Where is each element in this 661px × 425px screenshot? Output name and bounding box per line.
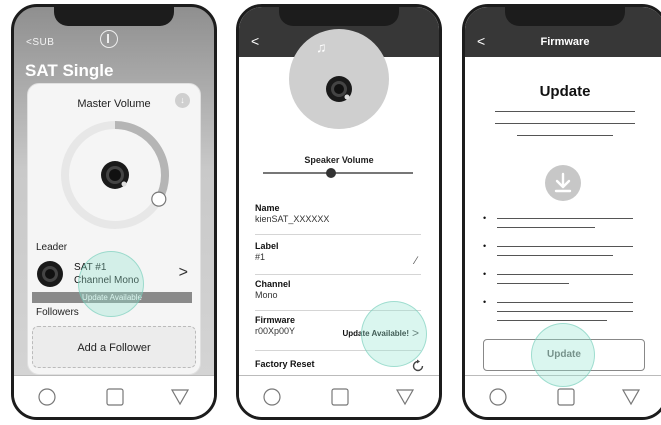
slider-thumb[interactable]: [326, 168, 336, 178]
placeholder-text-line: [497, 283, 569, 284]
master-volume-dial[interactable]: [58, 118, 172, 232]
placeholder-text-line: [497, 311, 633, 312]
touch-indicator: [531, 323, 595, 387]
factory-reset-label: Factory Reset: [255, 359, 315, 369]
channel-label: Channel: [255, 279, 291, 289]
label-label: Label: [255, 241, 279, 251]
page-title: SAT Single: [25, 61, 114, 80]
square-recent-icon[interactable]: [557, 388, 575, 406]
name-label: Name: [255, 203, 280, 213]
circle-home-icon[interactable]: [263, 388, 281, 406]
touch-indicator: [361, 301, 427, 367]
placeholder-text-line: [497, 227, 595, 228]
placeholder-text-line: [517, 135, 613, 136]
triangle-back-icon[interactable]: [395, 388, 415, 406]
master-volume-info-icon[interactable]: ↓: [175, 93, 190, 108]
list-bullet: •: [483, 241, 487, 251]
system-nav-bar: [14, 375, 214, 417]
volume-dial-fill: [114, 121, 169, 202]
square-recent-icon[interactable]: [331, 388, 349, 406]
slider-track: [263, 172, 413, 174]
page-title: Firmware: [540, 36, 590, 48]
followers-label: Followers: [36, 307, 79, 318]
phone-notch: [505, 7, 625, 26]
square-recent-icon[interactable]: [106, 388, 124, 406]
placeholder-text-line: [497, 218, 633, 219]
name-value: kienSAT_XXXXXX: [255, 214, 330, 224]
triangle-back-icon[interactable]: [621, 388, 641, 406]
chevron-right-icon: >: [178, 264, 188, 281]
update-heading: Update: [539, 83, 591, 100]
phone-notch: [279, 7, 399, 26]
volume-dial-knob[interactable]: [151, 191, 167, 207]
phone-notch: [54, 7, 174, 26]
speaker-artwork: ♫: [289, 29, 389, 129]
speaker-icon: [101, 161, 129, 189]
placeholder-text-line: [497, 302, 633, 303]
placeholder-text-line: [497, 320, 607, 321]
system-nav-bar: [239, 375, 439, 417]
channel-value: Mono: [255, 290, 278, 300]
label-value: #1: [255, 252, 266, 262]
phone-sat-single: <SUB SAT Single Master Volume ↓ Leader S…: [11, 4, 217, 420]
touch-indicator: [78, 251, 144, 317]
music-note-icon: ♫: [316, 39, 327, 55]
list-bullet: •: [483, 213, 487, 223]
circle-home-icon[interactable]: [38, 388, 56, 406]
placeholder-text-line: [497, 255, 613, 256]
speaker-icon: [37, 261, 63, 287]
circle-home-icon[interactable]: [489, 388, 507, 406]
speaker-icon: [326, 76, 352, 102]
placeholder-text-line: [495, 111, 635, 112]
placeholder-text-line: [497, 274, 633, 275]
placeholder-text-line: [495, 123, 635, 124]
leader-label: Leader: [36, 242, 68, 253]
list-bullet: •: [483, 269, 487, 279]
refresh-icon[interactable]: [411, 359, 425, 373]
speaker-volume-slider[interactable]: [263, 167, 413, 179]
brand-logo-icon: [100, 30, 118, 48]
name-field: Name kienSAT_XXXXXX: [255, 203, 421, 235]
pencil-icon[interactable]: ∕: [415, 255, 417, 267]
speaker-volume-label: Speaker Volume: [304, 155, 374, 165]
add-follower-button[interactable]: Add a Follower: [32, 326, 196, 368]
list-bullet: •: [483, 297, 487, 307]
label-field[interactable]: Label #1 ∕: [255, 241, 421, 275]
phone-firmware-update: < Firmware Update • • • • Update: [462, 4, 661, 420]
placeholder-text-line: [497, 246, 633, 247]
download-icon: [545, 165, 581, 201]
sat-single-card: Master Volume ↓ Leader SAT #1 Channel Mo…: [27, 83, 201, 375]
triangle-back-icon[interactable]: [170, 388, 190, 406]
phone-speaker-detail: < SAT #1 ♫ Speaker Volume Name kienSAT_X…: [236, 4, 442, 420]
back-button[interactable]: <SUB: [26, 37, 54, 48]
